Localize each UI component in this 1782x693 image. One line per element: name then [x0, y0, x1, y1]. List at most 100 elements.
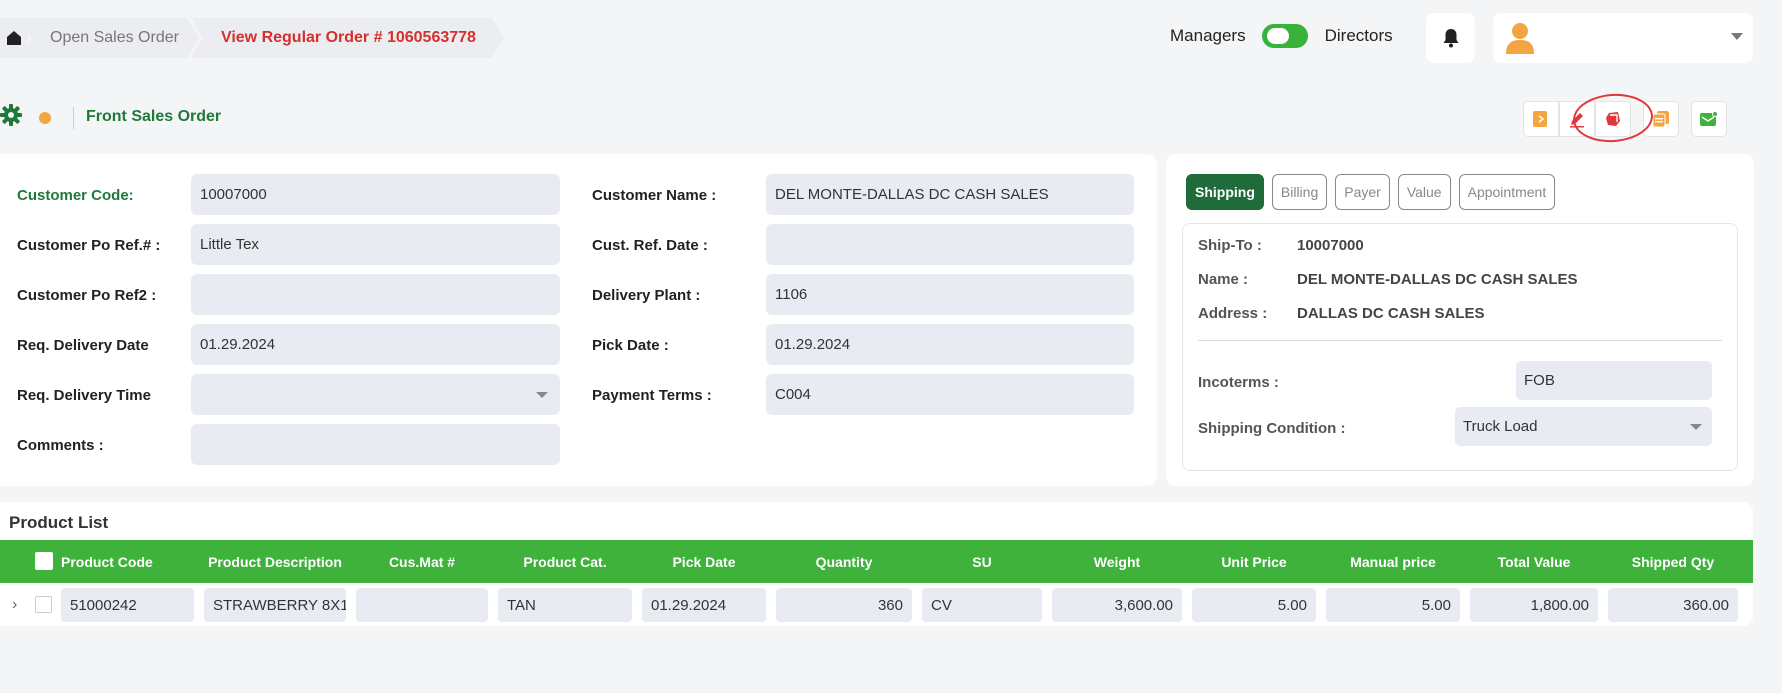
- role-toggle[interactable]: [1261, 24, 1308, 48]
- col-su[interactable]: SU: [922, 540, 1042, 583]
- export-button[interactable]: [1523, 101, 1559, 137]
- ship-address-value: DALLAS DC CASH SALES: [1297, 305, 1485, 322]
- customer-name-label: Customer Name :: [592, 187, 717, 204]
- delivery-plant-field[interactable]: 1106: [766, 274, 1134, 315]
- col-quantity[interactable]: Quantity: [776, 540, 912, 583]
- sub-bar: Front Sales Order: [0, 96, 1782, 140]
- col-cus-mat[interactable]: Cus.Mat #: [356, 540, 488, 583]
- cell-weight[interactable]: 3,600.00: [1052, 588, 1182, 622]
- table-row[interactable]: › 51000242 STRAWBERRY 8X10 TAN 01.29.202…: [0, 583, 1753, 626]
- cust-ref-date-field[interactable]: [766, 224, 1134, 265]
- col-product-cat[interactable]: Product Cat.: [498, 540, 632, 583]
- divider: [1198, 340, 1722, 341]
- shipping-condition-select[interactable]: Truck Load: [1455, 407, 1712, 446]
- tab-value[interactable]: Value: [1397, 174, 1451, 210]
- col-shipped-qty[interactable]: Shipped Qty: [1608, 540, 1738, 583]
- shipping-tabs: Shipping Billing Payer Value Appointment: [1186, 174, 1563, 210]
- page-title: Front Sales Order: [86, 108, 222, 125]
- cell-su[interactable]: CV: [922, 588, 1042, 622]
- product-table-header: Product Code Product Description Cus.Mat…: [0, 540, 1753, 583]
- col-manual-price[interactable]: Manual price: [1326, 540, 1460, 583]
- col-total-value[interactable]: Total Value: [1470, 540, 1598, 583]
- shipping-details-card: Ship-To : 10007000 Name : DEL MONTE-DALL…: [1182, 223, 1738, 471]
- status-dot: [39, 112, 51, 124]
- user-menu[interactable]: [1493, 13, 1753, 63]
- incoterms-label: Incoterms :: [1198, 374, 1279, 391]
- toggle-knob: [1266, 28, 1289, 44]
- req-delivery-time-select[interactable]: [191, 374, 560, 415]
- col-product-code[interactable]: Product Code: [61, 540, 153, 583]
- product-list-panel: Product List Product Code Product Descri…: [0, 502, 1753, 626]
- mail-button[interactable]: [1691, 101, 1727, 137]
- cell-unit-price[interactable]: 5.00: [1192, 588, 1316, 622]
- cell-quantity[interactable]: 360: [776, 588, 912, 622]
- bell-icon: [1443, 29, 1458, 48]
- customer-code-field[interactable]: 10007000: [191, 174, 560, 215]
- ship-to-label: Ship-To :: [1198, 237, 1262, 254]
- customer-code-label: Customer Code:: [17, 187, 134, 204]
- ship-to-value: 10007000: [1297, 237, 1364, 254]
- order-form-panel: Customer Code: 10007000 Customer Po Ref.…: [0, 154, 1157, 486]
- cell-product-cat[interactable]: TAN: [498, 588, 632, 622]
- user-icon: [1506, 23, 1534, 54]
- chevron-down-icon: [1690, 424, 1702, 430]
- role-directors-label: Directors: [1324, 26, 1393, 45]
- cell-pick-date[interactable]: 01.29.2024: [642, 588, 766, 622]
- incoterms-field[interactable]: FOB: [1516, 361, 1712, 400]
- breadcrumb-open-sales-order[interactable]: Open Sales Order: [20, 18, 199, 58]
- role-managers-label: Managers: [1170, 26, 1246, 45]
- select-all-checkbox[interactable]: [35, 552, 53, 570]
- col-pick-date[interactable]: Pick Date: [642, 540, 766, 583]
- row-checkbox[interactable]: [35, 596, 52, 613]
- cell-shipped-qty[interactable]: 360.00: [1608, 588, 1738, 622]
- req-delivery-date-field[interactable]: 01.29.2024: [191, 324, 560, 365]
- cell-product-description[interactable]: STRAWBERRY 8X10: [204, 588, 346, 622]
- notifications-button[interactable]: [1426, 13, 1475, 63]
- customer-po-ref2-label: Customer Po Ref2 :: [17, 287, 157, 304]
- top-bar: Open Sales Order View Regular Order # 10…: [0, 0, 1782, 76]
- col-product-description[interactable]: Product Description: [204, 540, 346, 583]
- customer-po-ref-label: Customer Po Ref.# :: [17, 237, 161, 254]
- comments-field[interactable]: [191, 424, 560, 465]
- divider: [73, 107, 74, 129]
- col-unit-price[interactable]: Unit Price: [1192, 540, 1316, 583]
- cust-ref-date-label: Cust. Ref. Date :: [592, 237, 708, 254]
- cell-total-value[interactable]: 1,800.00: [1470, 588, 1598, 622]
- mail-icon: [1700, 111, 1718, 126]
- cell-product-code[interactable]: 51000242: [61, 588, 194, 622]
- home-icon: [7, 31, 21, 45]
- req-delivery-time-label: Req. Delivery Time: [17, 387, 151, 404]
- col-weight[interactable]: Weight: [1052, 540, 1182, 583]
- breadcrumb: Open Sales Order View Regular Order # 10…: [0, 18, 504, 58]
- tab-shipping[interactable]: Shipping: [1186, 174, 1264, 210]
- delivery-plant-label: Delivery Plant :: [592, 287, 701, 304]
- tab-billing[interactable]: Billing: [1271, 174, 1328, 210]
- pick-date-label: Pick Date :: [592, 337, 669, 354]
- tab-appointment[interactable]: Appointment: [1458, 174, 1556, 210]
- customer-po-ref-field[interactable]: Little Tex: [191, 224, 560, 265]
- shipping-panel: Shipping Billing Payer Value Appointment…: [1166, 154, 1754, 486]
- ship-address-label: Address :: [1198, 305, 1268, 322]
- chevron-down-icon: [536, 392, 548, 398]
- chevron-right-icon[interactable]: ›: [12, 596, 17, 614]
- chevron-down-icon: [1731, 33, 1743, 40]
- comments-label: Comments :: [17, 437, 104, 454]
- breadcrumb-current-order: View Regular Order # 1060563778: [191, 18, 504, 58]
- product-list-title: Product List: [9, 513, 109, 532]
- shipping-condition-value: Truck Load: [1463, 418, 1538, 435]
- customer-name-field[interactable]: DEL MONTE-DALLAS DC CASH SALES: [766, 174, 1134, 215]
- payment-terms-field[interactable]: C004: [766, 374, 1134, 415]
- payment-terms-label: Payment Terms :: [592, 387, 712, 404]
- cell-cus-mat[interactable]: [356, 588, 488, 622]
- role-switch: Managers Directors: [1170, 24, 1393, 48]
- shipping-condition-label: Shipping Condition :: [1198, 420, 1346, 437]
- tab-payer[interactable]: Payer: [1335, 174, 1390, 210]
- cell-manual-price[interactable]: 5.00: [1326, 588, 1460, 622]
- copy-icon: [1652, 111, 1669, 128]
- ship-name-value: DEL MONTE-DALLAS DC CASH SALES: [1297, 271, 1578, 288]
- ship-name-label: Name :: [1198, 271, 1249, 288]
- gear-icon[interactable]: [0, 104, 22, 126]
- pick-date-field[interactable]: 01.29.2024: [766, 324, 1134, 365]
- req-delivery-date-label: Req. Delivery Date: [17, 337, 149, 354]
- customer-po-ref2-field[interactable]: [191, 274, 560, 315]
